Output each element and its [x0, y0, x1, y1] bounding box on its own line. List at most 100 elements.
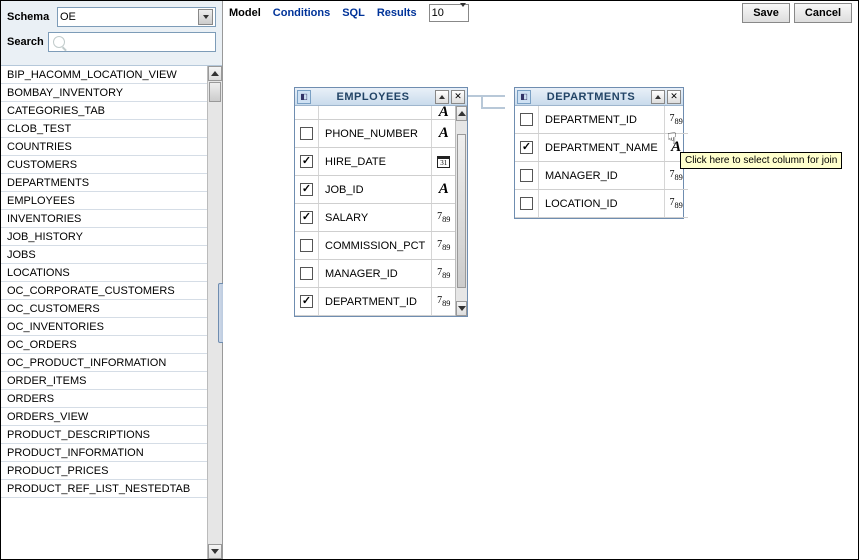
- table-item[interactable]: OC_INVENTORIES: [1, 318, 207, 336]
- table-item[interactable]: PRODUCT_REF_LIST_NESTEDTAB: [1, 480, 207, 498]
- table-item[interactable]: JOBS: [1, 246, 207, 264]
- column-row[interactable]: DEPARTMENT_ID789: [295, 288, 455, 316]
- column-row[interactable]: LOCATION_ID789: [515, 190, 688, 218]
- tab-sql[interactable]: SQL: [342, 7, 365, 19]
- close-button[interactable]: ✕: [667, 90, 681, 104]
- column-row[interactable]: DEPARTMENT_NAMEA: [515, 134, 688, 162]
- column-type-icon: A: [431, 176, 455, 203]
- table-item[interactable]: LOCATIONS: [1, 264, 207, 282]
- close-button[interactable]: ✕: [451, 90, 465, 104]
- column-checkbox[interactable]: [300, 127, 313, 140]
- column-type-icon: 789: [431, 260, 455, 287]
- column-checkbox[interactable]: [520, 113, 533, 126]
- search-box[interactable]: [48, 32, 216, 52]
- table-item[interactable]: OC_ORDERS: [1, 336, 207, 354]
- table-item[interactable]: BIP_HACOMM_LOCATION_VIEW: [1, 66, 207, 84]
- join-connector: [481, 107, 505, 109]
- scroll-up-button[interactable]: [456, 106, 467, 121]
- column-checkbox[interactable]: [300, 295, 313, 308]
- table-item[interactable]: PRODUCT_DESCRIPTIONS: [1, 426, 207, 444]
- table-item[interactable]: ORDERS_VIEW: [1, 408, 207, 426]
- tab-results[interactable]: Results: [377, 7, 417, 19]
- chevron-down-icon: [460, 7, 466, 19]
- column-name: MANAGER_ID: [319, 268, 431, 280]
- column-row[interactable]: PHONE_NUMBERA: [295, 120, 455, 148]
- main: Model Conditions SQL Results 10 Save Can…: [223, 1, 858, 559]
- search-label: Search: [7, 36, 48, 48]
- canvas[interactable]: ◧ EMPLOYEES ✕ APHONE_NUMBERAHIRE_DATEJOB…: [223, 25, 858, 559]
- table-item[interactable]: PRODUCT_PRICES: [1, 462, 207, 480]
- column-checkbox[interactable]: [520, 197, 533, 210]
- table-item[interactable]: INVENTORIES: [1, 210, 207, 228]
- column-name: JOB_ID: [319, 184, 431, 196]
- column-row[interactable]: MANAGER_ID789: [295, 260, 455, 288]
- table-item[interactable]: CUSTOMERS: [1, 156, 207, 174]
- table-item[interactable]: OC_CUSTOMERS: [1, 300, 207, 318]
- rows-select[interactable]: 10: [429, 4, 469, 22]
- table-item[interactable]: ORDER_ITEMS: [1, 372, 207, 390]
- join-connector: [481, 95, 483, 107]
- sidebar: Schema OE Search BIP_HACOMM_LOCATION_VIE…: [1, 1, 223, 559]
- column-name: HIRE_DATE: [319, 156, 431, 168]
- entity-employees[interactable]: ◧ EMPLOYEES ✕ APHONE_NUMBERAHIRE_DATEJOB…: [294, 87, 468, 317]
- column-name: COMMISSION_PCT: [319, 240, 431, 252]
- entity-header[interactable]: ◧ DEPARTMENTS ✕: [515, 88, 683, 106]
- column-row[interactable]: MANAGER_ID789: [515, 162, 688, 190]
- column-checkbox[interactable]: [300, 155, 313, 168]
- search-input[interactable]: [69, 36, 211, 48]
- toolbar: Model Conditions SQL Results 10 Save Can…: [223, 1, 858, 25]
- cursor-icon: ☟: [667, 129, 683, 149]
- table-item[interactable]: CATEGORIES_TAB: [1, 102, 207, 120]
- column-type-icon: [431, 148, 455, 175]
- column-checkbox[interactable]: [300, 239, 313, 252]
- entity-title: DEPARTMENTS: [533, 91, 649, 103]
- column-checkbox[interactable]: [300, 267, 313, 280]
- tab-conditions[interactable]: Conditions: [273, 7, 330, 19]
- tab-model[interactable]: Model: [229, 7, 261, 19]
- table-item[interactable]: OC_CORPORATE_CUSTOMERS: [1, 282, 207, 300]
- table-item[interactable]: BOMBAY_INVENTORY: [1, 84, 207, 102]
- entity-scrollbar[interactable]: [455, 106, 467, 316]
- save-button[interactable]: Save: [742, 3, 790, 23]
- table-item[interactable]: EMPLOYEES: [1, 192, 207, 210]
- table-item[interactable]: ORDERS: [1, 390, 207, 408]
- column-checkbox[interactable]: [520, 169, 533, 182]
- scroll-up-button[interactable]: [208, 66, 222, 81]
- column-type-icon: 789: [431, 204, 455, 231]
- column-checkbox[interactable]: [520, 141, 533, 154]
- column-name: DEPARTMENT_ID: [319, 296, 431, 308]
- column-row[interactable]: SALARY789: [295, 204, 455, 232]
- column-row[interactable]: COMMISSION_PCT789: [295, 232, 455, 260]
- column-name: PHONE_NUMBER: [319, 128, 431, 140]
- column-name: MANAGER_ID: [539, 170, 664, 182]
- table-item[interactable]: PRODUCT_INFORMATION: [1, 444, 207, 462]
- table-item[interactable]: DEPARTMENTS: [1, 174, 207, 192]
- column-name: LOCATION_ID: [539, 198, 664, 210]
- scroll-thumb[interactable]: [457, 134, 466, 288]
- scroll-thumb[interactable]: [209, 82, 221, 102]
- scroll-down-button[interactable]: [208, 544, 222, 559]
- entity-icon: ◧: [297, 90, 311, 104]
- table-list[interactable]: BIP_HACOMM_LOCATION_VIEWBOMBAY_INVENTORY…: [1, 66, 207, 559]
- schema-select[interactable]: OE: [57, 7, 216, 27]
- join-connector: [467, 95, 505, 97]
- scroll-down-button[interactable]: [456, 301, 467, 316]
- table-item[interactable]: CLOB_TEST: [1, 120, 207, 138]
- table-item[interactable]: COUNTRIES: [1, 138, 207, 156]
- column-name: DEPARTMENT_ID: [539, 114, 664, 126]
- column-row[interactable]: JOB_IDA: [295, 176, 455, 204]
- table-item[interactable]: OC_PRODUCT_INFORMATION: [1, 354, 207, 372]
- column-row[interactable]: HIRE_DATE: [295, 148, 455, 176]
- cancel-button[interactable]: Cancel: [794, 3, 852, 23]
- entity-title: EMPLOYEES: [313, 91, 433, 103]
- search-icon: [53, 36, 65, 48]
- collapse-button[interactable]: [651, 90, 665, 104]
- column-checkbox[interactable]: [300, 211, 313, 224]
- table-item[interactable]: JOB_HISTORY: [1, 228, 207, 246]
- column-row[interactable]: A: [295, 106, 455, 120]
- collapse-button[interactable]: [435, 90, 449, 104]
- column-row[interactable]: DEPARTMENT_ID789: [515, 106, 688, 134]
- column-type-icon: A: [431, 120, 455, 147]
- column-checkbox[interactable]: [300, 183, 313, 196]
- entity-departments[interactable]: ◧ DEPARTMENTS ✕ DEPARTMENT_ID789DEPARTME…: [514, 87, 684, 219]
